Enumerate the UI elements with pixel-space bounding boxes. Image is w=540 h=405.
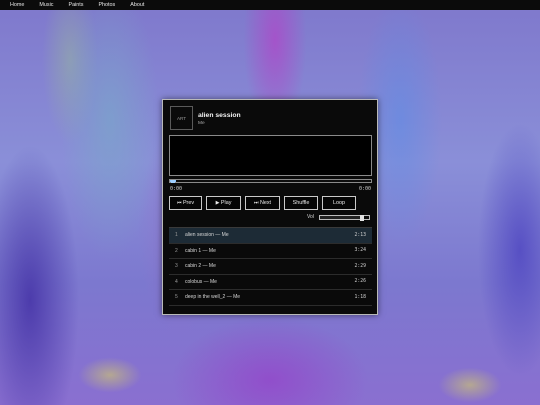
playlist-track-name: colobus — Me [185, 278, 217, 285]
shuffle-button-label: Shuffle [292, 200, 310, 206]
playlist: 1 alien session — Me 2:13 2 cabin 1 — Me 3:24… [169, 227, 372, 307]
volume-fill [320, 216, 365, 219]
playlist-row[interactable]: 1 alien session — Me 2:13 [169, 228, 372, 244]
playlist-track-name: alien session — Me [185, 232, 229, 239]
nav-music-link[interactable]: Music [39, 2, 53, 8]
loop-button[interactable]: Loop [322, 196, 356, 210]
nav-about-link[interactable]: About [130, 2, 144, 8]
playlist-track-name: cabin 2 — Me [185, 263, 216, 270]
play-button-label: Play [220, 200, 232, 206]
playlist-row[interactable]: 4 colobus — Me 2:26 [169, 275, 372, 290]
top-navbar: Home Music Paints Photos About [0, 0, 540, 10]
now-playing-artist: Me [198, 121, 205, 126]
playlist-track-number: 5 [175, 294, 178, 301]
album-art: ART [170, 106, 193, 130]
total-duration: 0:00 [358, 186, 371, 192]
next-button-label: Next [259, 200, 272, 206]
nav-home-link[interactable]: Home [10, 2, 24, 8]
playlist-row[interactable]: 3 cabin 2 — Me 2:29 [169, 259, 372, 275]
playlist-track-duration: 3:24 [354, 248, 366, 254]
progress-handle[interactable] [171, 179, 175, 183]
playlist-track-duration: 1:18 [354, 294, 366, 300]
playlist-track-duration: 2:13 [354, 232, 366, 238]
playlist-track-number: 4 [175, 278, 178, 285]
current-time: 0:00 [170, 186, 183, 192]
volume-label: Vol [307, 214, 314, 220]
audio-visualizer [169, 135, 372, 176]
next-icon: ⏭ [253, 200, 259, 206]
music-player: ART alien session Me 0:00 0:00 ⏮ Prev ▶ … [162, 99, 378, 315]
play-icon: ▶ [215, 200, 220, 206]
playlist-row[interactable]: 5 deep in the well_2 — Me 1:18 [169, 290, 372, 306]
prev-icon: ⏮ [176, 200, 182, 206]
album-art-label: ART [176, 115, 187, 121]
loop-button-label: Loop [333, 200, 345, 206]
now-playing-title: alien session [198, 112, 241, 119]
playlist-track-duration: 2:29 [354, 263, 366, 269]
volume-handle[interactable] [360, 214, 365, 221]
playlist-track-name: deep in the well_2 — Me [185, 294, 241, 301]
playlist-track-number: 1 [175, 232, 178, 239]
progress-bar[interactable] [169, 179, 372, 183]
playlist-track-number: 3 [175, 263, 178, 270]
prev-button[interactable]: ⏮ Prev [169, 196, 202, 210]
playlist-track-number: 2 [175, 247, 178, 254]
shuffle-button[interactable]: Shuffle [284, 196, 318, 210]
volume-slider[interactable] [319, 214, 370, 221]
prev-button-label: Prev [182, 200, 195, 206]
playlist-row[interactable]: 2 cabin 1 — Me 3:24 [169, 244, 372, 259]
playlist-track-name: cabin 1 — Me [185, 247, 216, 254]
playlist-track-duration: 2:26 [354, 279, 366, 285]
nav-paints-link[interactable]: Paints [68, 2, 83, 8]
nav-photos-link[interactable]: Photos [98, 2, 115, 8]
play-button[interactable]: ▶ Play [206, 196, 241, 210]
next-button[interactable]: ⏭ Next [245, 196, 280, 210]
